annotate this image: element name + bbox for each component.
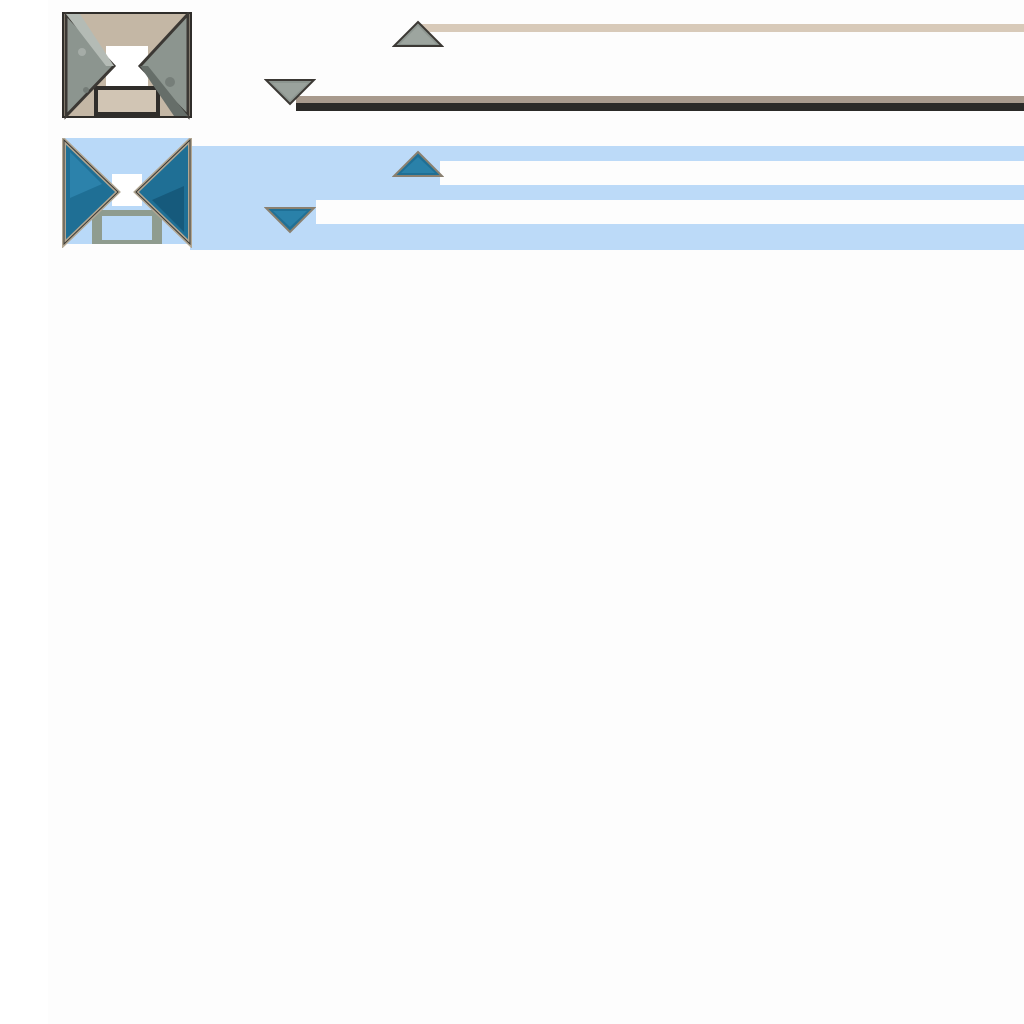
stone-button-row xyxy=(0,0,1024,130)
sapphire-gap-lower xyxy=(316,200,1024,224)
stone-arrow-down-icon[interactable] xyxy=(264,78,316,108)
sapphire-arrow-down-icon[interactable] xyxy=(264,206,316,236)
stone-upper-band xyxy=(420,24,1024,32)
stone-lower-band xyxy=(296,96,1024,103)
stone-arrow-up-icon[interactable] xyxy=(392,20,444,50)
stone-collapse-icon[interactable] xyxy=(62,12,194,120)
sapphire-collapse-icon[interactable] xyxy=(62,138,194,248)
sapphire-gap-upper xyxy=(440,161,1024,185)
sapphire-button-row xyxy=(0,130,1024,250)
stone-lower-band-shadow xyxy=(296,103,1024,111)
sapphire-arrow-up-icon[interactable] xyxy=(392,150,444,180)
